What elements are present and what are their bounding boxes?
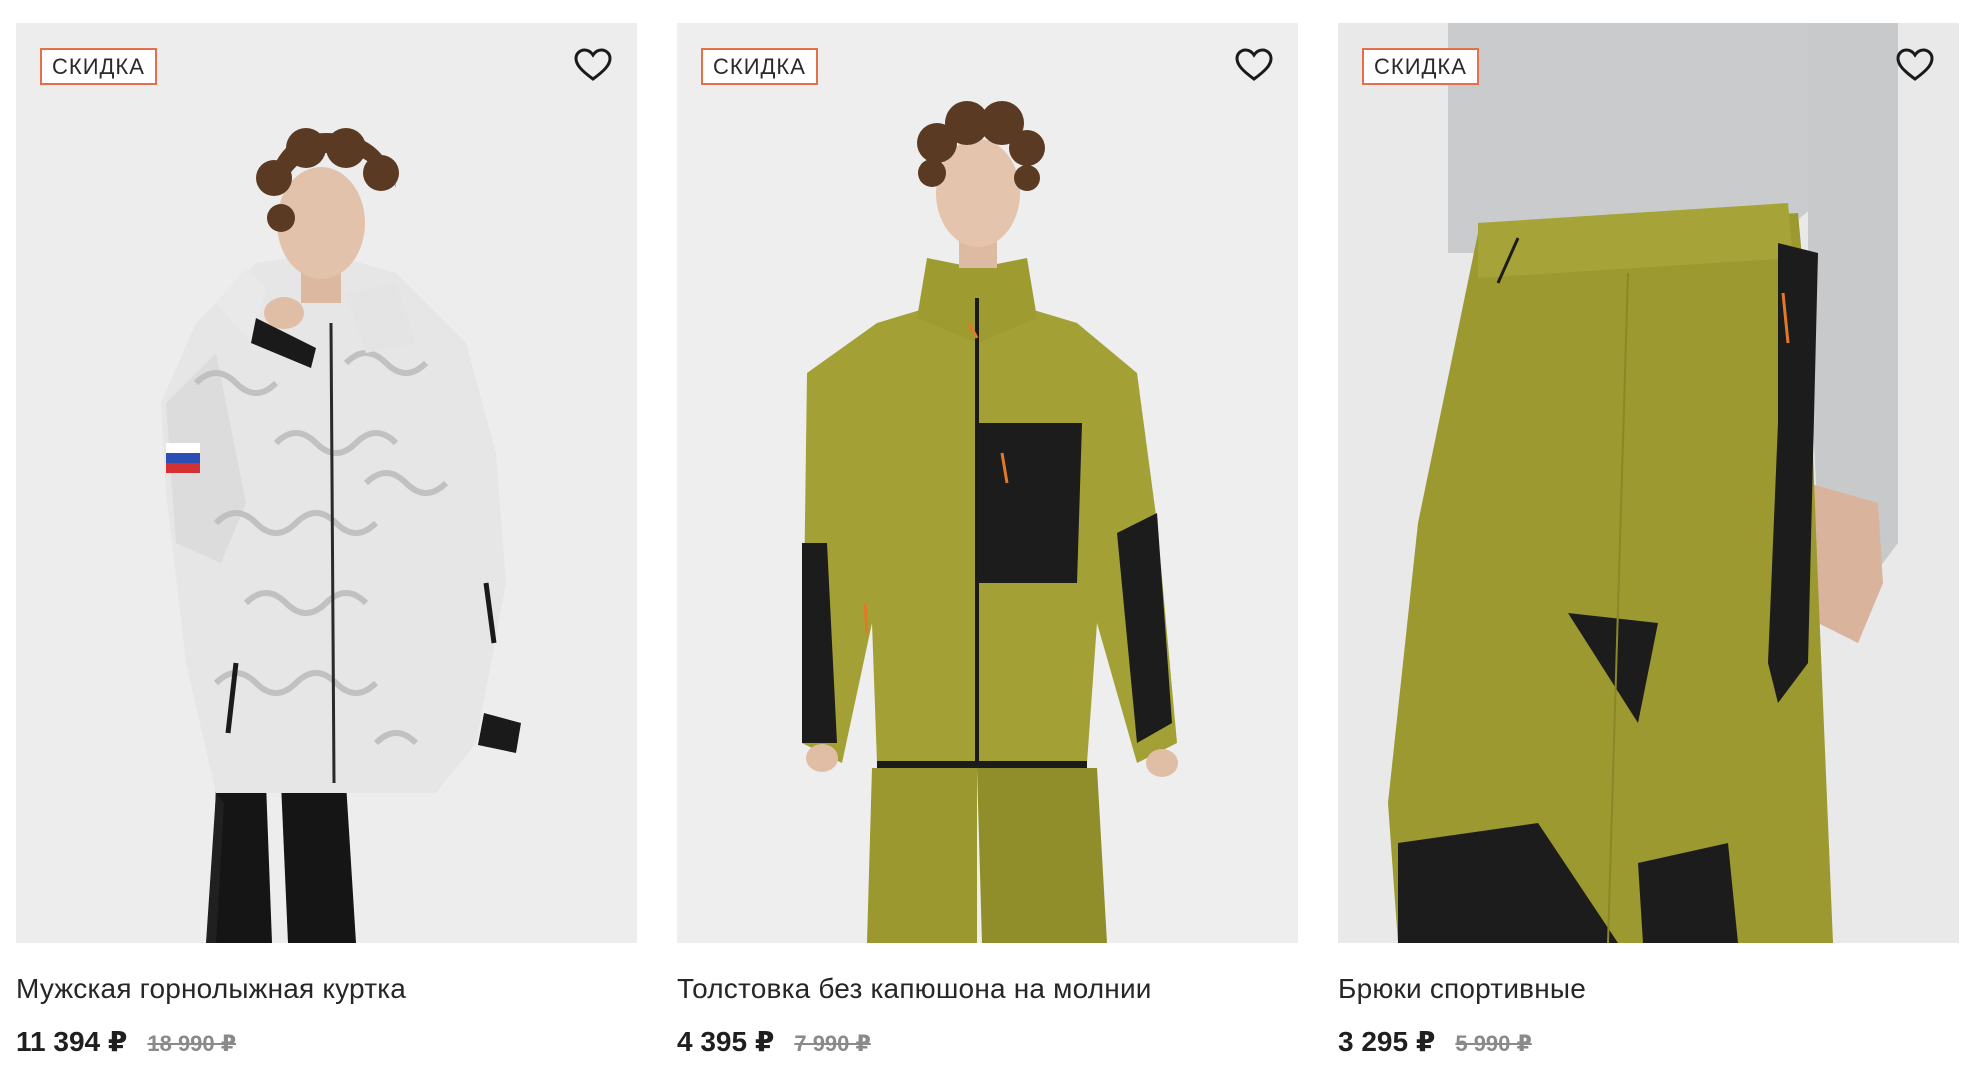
product-image[interactable]: СКИДКА [1338,23,1959,943]
heart-outline-icon [1235,48,1273,81]
product-image[interactable]: СКИДКА [677,23,1298,943]
product-photo-ski-jacket [16,23,637,943]
discount-badge: СКИДКА [1362,48,1479,85]
current-price: 3 295 ₽ [1338,1026,1436,1057]
product-title[interactable]: Толстовка без капюшона на молнии [677,971,1298,1007]
price-row: 3 295 ₽ 5 990 ₽ [1338,1025,1959,1058]
product-image[interactable]: СКИДКА [16,23,637,943]
old-price: 18 990 ₽ [147,1031,237,1056]
product-grid: СКИДКА Мужская горнолыжная куртка 11 394… [16,23,1959,1058]
favorite-button[interactable] [571,43,615,87]
old-price: 7 990 ₽ [794,1031,871,1056]
heart-outline-icon [574,48,612,81]
favorite-button[interactable] [1232,43,1276,87]
current-price: 4 395 ₽ [677,1026,775,1057]
product-title[interactable]: Мужская горнолыжная куртка [16,971,637,1007]
product-card[interactable]: СКИДКА Брюки спортивные 3 295 ₽ 5 990 ₽ [1338,23,1959,1058]
current-price: 11 394 ₽ [16,1026,128,1057]
old-price: 5 990 ₽ [1455,1031,1532,1056]
heart-outline-icon [1896,48,1934,81]
product-card[interactable]: СКИДКА Толстовка без капюшона на молнии … [677,23,1298,1058]
product-card[interactable]: СКИДКА Мужская горнолыжная куртка 11 394… [16,23,637,1058]
discount-badge: СКИДКА [40,48,157,85]
product-photo-sport-pants [1338,23,1959,943]
price-row: 11 394 ₽ 18 990 ₽ [16,1025,637,1058]
price-row: 4 395 ₽ 7 990 ₽ [677,1025,1298,1058]
discount-badge: СКИДКА [701,48,818,85]
product-title[interactable]: Брюки спортивные [1338,971,1959,1007]
product-photo-fleece-jacket [677,23,1298,943]
favorite-button[interactable] [1893,43,1937,87]
